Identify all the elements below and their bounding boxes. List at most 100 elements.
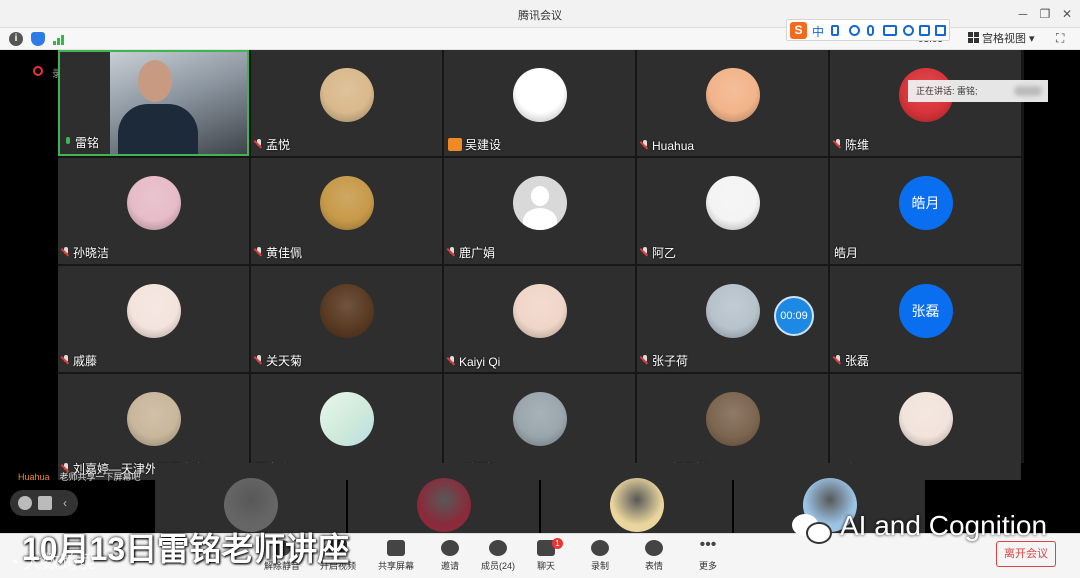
- participant-tile[interactable]: 戚藤: [58, 266, 249, 372]
- participant-name: 雷铭: [64, 134, 99, 151]
- punctuation-icon[interactable]: [831, 25, 839, 36]
- info-icon[interactable]: i: [9, 32, 23, 46]
- participant-tile[interactable]: 孙晓洁: [58, 158, 249, 264]
- participant-name-text: 孙晓洁: [73, 246, 110, 260]
- avatar: [512, 392, 567, 446]
- speaking-label: 正在讲话: 雷铭;: [916, 86, 978, 96]
- countdown-badge[interactable]: 00:09: [774, 296, 814, 336]
- restore-icon[interactable]: ❐: [1036, 5, 1054, 23]
- keyboard-icon[interactable]: [883, 25, 897, 36]
- mic-muted-icon: [62, 247, 71, 258]
- avatar: [705, 176, 760, 230]
- gallery-view-button[interactable]: 宫格视图 ▾: [968, 30, 1042, 48]
- chat-tools: ‹: [10, 490, 78, 516]
- participant-name-text: Kaiyi Qi: [459, 355, 501, 369]
- participant-name-text: 关天菊: [266, 354, 303, 368]
- user-icon[interactable]: [903, 25, 914, 36]
- voice-input-icon[interactable]: [867, 25, 874, 36]
- avatar: [126, 284, 181, 338]
- skin-icon[interactable]: [919, 25, 930, 36]
- chat-bubble[interactable]: Huahua 老师共享一下屏幕吧: [18, 470, 141, 483]
- participant-name: 吴建设: [448, 136, 501, 153]
- mic-muted-icon: [641, 247, 650, 258]
- fullscreen-icon[interactable]: ⛶: [1056, 31, 1064, 46]
- record-icon: [591, 540, 609, 556]
- mic-muted-icon: [641, 140, 650, 151]
- reactions-button[interactable]: 表情: [628, 538, 680, 576]
- participant-name-text: 雷铭: [75, 136, 100, 150]
- chat-sender: Huahua: [18, 472, 50, 482]
- participant-tile[interactable]: 阿乙: [637, 158, 828, 264]
- members-button[interactable]: 成员(24): [472, 538, 524, 576]
- emoji-icon[interactable]: [849, 25, 860, 36]
- chat-input-icon[interactable]: [38, 496, 52, 510]
- members-icon: [489, 540, 507, 556]
- participant-tile[interactable]: 黄佳佩: [251, 158, 442, 264]
- mic-muted-icon: [641, 355, 650, 366]
- participant-name-text: 阿乙: [652, 246, 677, 260]
- participant-name-text: 陈维: [845, 138, 870, 152]
- avatar: 张磊: [898, 284, 953, 338]
- participant-tile[interactable]: 雷铭: [58, 50, 249, 156]
- participant-name-text: 皓月: [834, 246, 859, 260]
- speaking-wave-icon: [1014, 86, 1042, 96]
- mic-muted-icon: [62, 355, 71, 366]
- speaking-indicator: 正在讲话: 雷铭;: [908, 80, 1048, 102]
- participant-tile[interactable]: Kaiyi Qi: [444, 266, 635, 372]
- watermark-left: ◔ 大数跨境: [8, 552, 96, 572]
- more-button[interactable]: ••• 更多: [682, 536, 734, 576]
- record-button[interactable]: 录制: [574, 538, 626, 576]
- ime-toolbar[interactable]: S 中: [786, 19, 950, 41]
- avatar: [512, 176, 567, 230]
- speaker-figure: [138, 60, 172, 102]
- members-label: 成员(24): [480, 561, 515, 571]
- emoji-icon: [645, 540, 663, 556]
- network-signal-icon[interactable]: [53, 32, 65, 46]
- emoji-icon[interactable]: [18, 496, 32, 510]
- avatar: [898, 392, 953, 446]
- chat-message: 老师共享一下屏幕吧: [59, 472, 141, 482]
- share-screen-button[interactable]: 共享屏幕: [370, 538, 422, 576]
- close-icon[interactable]: ✕: [1058, 5, 1076, 23]
- collapse-chevron-icon[interactable]: ‹: [58, 496, 72, 510]
- security-shield-icon[interactable]: [31, 32, 45, 46]
- participant-name-text: 吴建设: [465, 138, 502, 152]
- watermark-left-text: 大数跨境: [23, 552, 96, 572]
- participant-tile[interactable]: 孟悦: [251, 50, 442, 156]
- mic-muted-icon: [448, 356, 457, 367]
- avatar: 皓月: [898, 176, 953, 230]
- chat-unread-badge: 1: [552, 538, 563, 549]
- participant-name: 关天菊: [255, 352, 302, 369]
- chat-button[interactable]: 1 聊天: [520, 538, 572, 576]
- invite-label: 邀请: [440, 561, 459, 571]
- participant-tile[interactable]: 鹿广娟: [444, 158, 635, 264]
- participant-tile[interactable]: 皓月 皓月: [830, 158, 1021, 264]
- speaker-body: [118, 104, 198, 154]
- participant-tile[interactable]: 陈维: [830, 50, 1021, 156]
- participant-name: 陈维: [834, 136, 869, 153]
- avatar: [705, 392, 760, 446]
- ime-mode-label[interactable]: 中: [812, 23, 824, 40]
- participant-name: 戚藤: [62, 352, 97, 369]
- invite-button[interactable]: 邀请: [424, 538, 476, 576]
- participant-tile[interactable]: Huahua: [637, 50, 828, 156]
- mic-muted-icon: [448, 247, 457, 258]
- participant-tile[interactable]: 张磊 张磊: [830, 266, 1021, 372]
- mic-muted-icon: [834, 355, 843, 366]
- participant-name-text: 张磊: [845, 354, 870, 368]
- record-label: 录制: [590, 561, 609, 571]
- participant-tile[interactable]: [541, 463, 732, 533]
- participant-tile[interactable]: [348, 463, 539, 533]
- avatar: [319, 68, 374, 122]
- grid-icon: [968, 32, 979, 43]
- participant-tile[interactable]: 吴建设: [444, 50, 635, 156]
- share-screen-icon: [387, 540, 405, 556]
- participant-tile[interactable]: [155, 463, 346, 533]
- avatar: [319, 284, 374, 338]
- toolbox-icon[interactable]: [935, 25, 946, 36]
- participant-name: 张子荷: [641, 352, 688, 369]
- participant-tile[interactable]: 关天菊: [251, 266, 442, 372]
- minimize-icon[interactable]: ─: [1014, 5, 1032, 23]
- more-dots-icon: •••: [699, 536, 717, 553]
- participant-name-text: 张子荷: [652, 354, 689, 368]
